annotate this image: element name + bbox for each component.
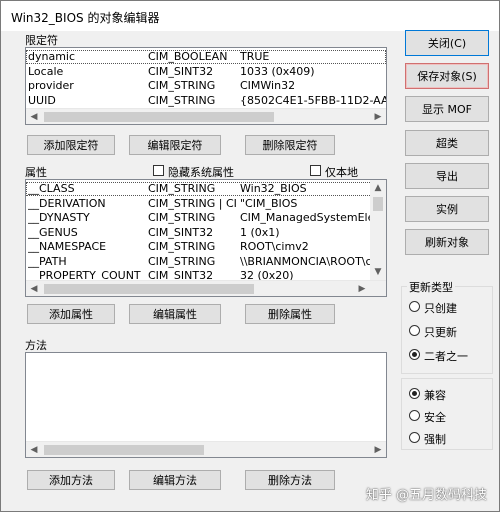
row-value-cell: 1 (0x1) — [240, 225, 280, 239]
qualifiers-list[interactable]: dynamic CIM_BOOLEAN TRUE Locale CIM_SINT32 10… — [25, 47, 387, 125]
scroll-thumb[interactable] — [373, 197, 383, 211]
row-value-cell: Win32_BIOS — [240, 182, 307, 195]
superclass-button[interactable]: 超类 — [405, 130, 489, 156]
hide-system-properties-label: 隐藏系统属性 — [168, 166, 234, 179]
list-row[interactable]: Locale CIM_SINT32 1033 (0x409) — [26, 65, 386, 79]
row-name-cell: __GENUS — [28, 225, 78, 239]
scroll-right-icon[interactable]: ▶ — [370, 442, 386, 457]
add-property-button[interactable]: 添加属性 — [27, 304, 115, 324]
list-row[interactable]: __NAMESPACE CIM_STRING ROOT\cimv2 — [26, 240, 386, 254]
row-type-cell: CIM_BOOLEAN — [148, 50, 228, 63]
hide-system-properties-checkbox[interactable] — [153, 165, 164, 176]
create-only-label: 只创建 — [424, 302, 457, 315]
compatible-label: 兼容 — [424, 389, 446, 402]
list-row[interactable]: __DYNASTY CIM_STRING CIM_ManagedSystemElem — [26, 211, 386, 225]
force-label: 强制 — [424, 433, 446, 446]
refresh-object-button[interactable]: 刷新对象 — [405, 229, 489, 255]
row-name-cell: __DERIVATION — [28, 196, 106, 210]
scroll-left-icon[interactable]: ◀ — [26, 109, 42, 124]
scroll-right-icon[interactable]: ▶ — [370, 109, 386, 124]
title-bar: Win32_BIOS 的对象编辑器 — [1, 1, 499, 31]
qualifiers-hscrollbar[interactable]: ◀ ▶ — [26, 108, 386, 124]
scroll-down-icon[interactable]: ▼ — [370, 264, 386, 280]
delete-method-button[interactable]: 删除方法 — [245, 470, 335, 490]
row-value-cell: CIMWin32 — [240, 79, 296, 92]
row-name-cell: __CLASS — [28, 182, 75, 195]
window-title: Win32_BIOS 的对象编辑器 — [11, 11, 160, 25]
row-type-cell: CIM_SINT32 — [148, 64, 214, 78]
delete-qualifier-button[interactable]: 删除限定符 — [245, 135, 335, 155]
export-button[interactable]: 导出 — [405, 163, 489, 189]
row-value-cell: ROOT\cimv2 — [240, 240, 309, 253]
methods-label: 方法 — [25, 339, 47, 352]
row-name-cell: provider — [28, 79, 74, 92]
delete-property-button[interactable]: 删除属性 — [245, 304, 335, 324]
row-type-cell: CIM_STRING — [148, 254, 216, 268]
scroll-right-icon[interactable]: ▶ — [354, 281, 370, 296]
row-type-cell: CIM_STRING — [148, 182, 216, 195]
row-name-cell: Locale — [28, 64, 64, 78]
list-row[interactable]: UUID CIM_STRING {8502C4E1-5FBB-11D2-AAC1- — [26, 94, 386, 108]
row-name-cell: __NAMESPACE — [28, 240, 107, 253]
row-value-cell: "CIM_BIOS — [240, 196, 298, 210]
safe-label: 安全 — [424, 411, 446, 424]
properties-vscrollbar[interactable]: ▲ ▼ — [370, 180, 386, 280]
safe-radio[interactable] — [409, 410, 420, 421]
methods-hscrollbar[interactable]: ◀ ▶ — [26, 441, 386, 457]
row-value-cell: \\BRIANMONCIA\ROOT\c — [240, 254, 372, 268]
edit-property-button[interactable]: 编辑属性 — [129, 304, 221, 324]
edit-qualifier-button[interactable]: 编辑限定符 — [129, 135, 221, 155]
local-only-checkbox[interactable] — [310, 165, 321, 176]
scroll-thumb[interactable] — [44, 445, 204, 455]
update-only-radio[interactable] — [409, 325, 420, 336]
add-method-button[interactable]: 添加方法 — [27, 470, 115, 490]
scroll-thumb[interactable] — [44, 284, 254, 294]
row-type-cell: CIM_SINT32 — [148, 225, 214, 239]
create-only-radio[interactable] — [409, 301, 420, 312]
add-qualifier-button[interactable]: 添加限定符 — [27, 135, 115, 155]
update-type-label: 更新类型 — [407, 279, 455, 295]
row-name-cell: UUID — [28, 93, 56, 107]
row-value-cell: TRUE — [240, 50, 270, 63]
scroll-up-icon[interactable]: ▲ — [370, 180, 386, 196]
row-name-cell: dynamic — [28, 50, 76, 63]
list-row[interactable]: dynamic CIM_BOOLEAN TRUE — [26, 50, 386, 64]
object-editor-window: Win32_BIOS 的对象编辑器 限定符 dynamic CIM_BOOLEAN… — [0, 0, 500, 512]
properties-list[interactable]: __CLASS CIM_STRING Win32_BIOS __DERIVATION C… — [25, 179, 387, 297]
close-button[interactable]: 关闭(C) — [405, 30, 489, 56]
update-only-label: 只更新 — [424, 326, 457, 339]
compatible-radio[interactable] — [409, 388, 420, 399]
list-row[interactable]: __GENUS CIM_SINT32 1 (0x1) — [26, 226, 386, 240]
row-type-cell: CIM_STRING — [148, 79, 216, 92]
row-name-cell: __DYNASTY — [28, 211, 90, 224]
row-type-cell: CIM_STRING — [148, 93, 216, 107]
watermark: 知乎 @五月数码科技 — [365, 488, 487, 503]
edit-method-button[interactable]: 编辑方法 — [129, 470, 221, 490]
scroll-left-icon[interactable]: ◀ — [26, 442, 42, 457]
force-radio[interactable] — [409, 432, 420, 443]
row-name-cell: __PATH — [28, 254, 67, 268]
either-radio[interactable] — [409, 349, 420, 360]
row-type-cell: CIM_STRING — [148, 211, 216, 224]
scroll-left-icon[interactable]: ◀ — [26, 281, 42, 296]
save-object-button[interactable]: 保存对象(S) — [405, 63, 489, 89]
list-row[interactable]: __PATH CIM_STRING \\BRIANMONCIA\ROOT\c — [26, 255, 386, 269]
instances-button[interactable]: 实例 — [405, 196, 489, 222]
list-row[interactable]: __CLASS CIM_STRING Win32_BIOS — [26, 182, 386, 196]
list-row[interactable]: __DERIVATION CIM_STRING | CIM_FLAG_ARRAY "… — [26, 197, 386, 211]
row-value-cell: {8502C4E1-5FBB-11D2-AAC1- — [240, 93, 386, 107]
row-value-cell: 1033 (0x409) — [240, 64, 315, 78]
row-value-cell: CIM_ManagedSystemElem — [240, 211, 386, 224]
local-only-label: 仅本地 — [325, 166, 358, 179]
properties-hscrollbar[interactable]: ◀ ▶ — [26, 280, 386, 296]
qualifiers-label: 限定符 — [25, 34, 58, 47]
methods-list[interactable]: ◀ ▶ — [25, 352, 387, 458]
show-mof-button[interactable]: 显示 MOF — [405, 96, 489, 122]
scroll-thumb[interactable] — [44, 112, 274, 122]
either-label: 二者之一 — [424, 350, 468, 363]
properties-label: 属性 — [25, 166, 47, 179]
list-row[interactable]: provider CIM_STRING CIMWin32 — [26, 79, 386, 93]
row-type-cell: CIM_STRING — [148, 240, 216, 253]
row-type-cell: CIM_STRING | CIM_FLAG_ARRAY — [148, 196, 236, 210]
